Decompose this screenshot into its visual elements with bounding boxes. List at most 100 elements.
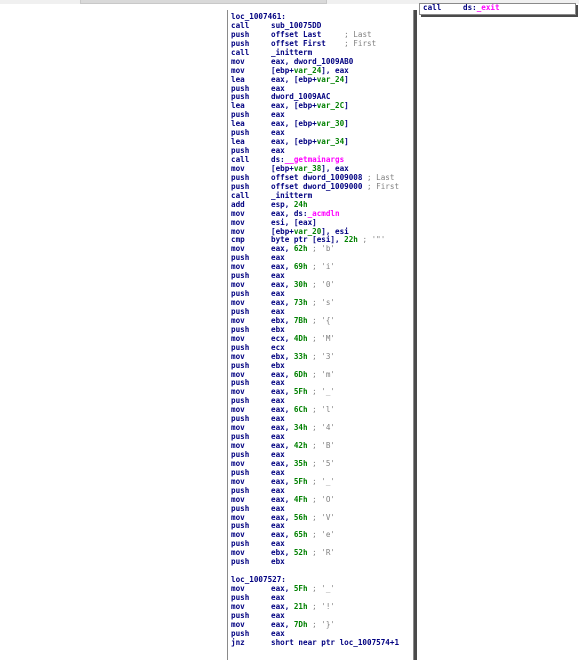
code-line[interactable]: jnz short near ptr loc_1007574+1: [231, 638, 413, 648]
operand[interactable]: eax, [ebp+: [271, 75, 317, 84]
operand[interactable]: 62h: [294, 244, 308, 253]
operand[interactable]: 4Fh: [294, 495, 308, 504]
code-line[interactable]: push offset First ; First: [231, 39, 413, 49]
operand[interactable]: esp,: [271, 200, 294, 209]
operand[interactable]: 24h: [294, 200, 308, 209]
code-line[interactable]: mov eax, 73h ; 's': [231, 298, 413, 308]
code-line[interactable]: mov eax, 5Fh ; '_': [231, 387, 413, 397]
operand[interactable]: 35h: [294, 459, 308, 468]
code-line[interactable]: mov eax, 30h ; '0': [231, 280, 413, 290]
operand[interactable]: eax,: [271, 244, 294, 253]
operand[interactable]: eax,: [271, 423, 294, 432]
operand[interactable]: offset Last: [271, 30, 344, 39]
code-line[interactable]: mov eax, 5Fh ; '_': [231, 584, 413, 594]
operand[interactable]: eax,: [271, 280, 294, 289]
graph-node-exit[interactable]: call ds:_exit: [419, 3, 576, 15]
operand[interactable]: _acmdln: [308, 209, 340, 218]
operand[interactable]: eax: [271, 414, 285, 423]
operand[interactable]: eax: [271, 539, 285, 548]
operand[interactable]: eax,: [271, 530, 294, 539]
operand[interactable]: dword_1009AAC: [271, 92, 330, 101]
code-line[interactable]: mov eax, 21h ; '!': [231, 602, 413, 612]
operand[interactable]: [ebp+: [271, 66, 294, 75]
operand[interactable]: eax: [271, 486, 285, 495]
operand[interactable]: var_34: [317, 137, 344, 146]
operand[interactable]: [ebp+: [271, 164, 294, 173]
code-line[interactable]: mov eax, 6Dh ; 'm': [231, 370, 413, 380]
operand[interactable]: eax: [271, 504, 285, 513]
code-line[interactable]: mov eax, 69h ; 'i': [231, 262, 413, 272]
operand[interactable]: eax,: [271, 405, 294, 414]
operand[interactable]: 56h: [294, 513, 308, 522]
code-line[interactable]: mov ecx, 4Dh ; 'M': [231, 334, 413, 344]
code-line[interactable]: mov eax, 5Fh ; '_': [231, 477, 413, 487]
operand[interactable]: ecx,: [271, 334, 294, 343]
code-line[interactable]: mov eax, 7Dh ; '}': [231, 620, 413, 630]
operand[interactable]: var_24: [317, 75, 344, 84]
operand[interactable]: eax,: [271, 441, 294, 450]
operand[interactable]: eax,: [271, 620, 294, 629]
operand[interactable]: 5Fh: [294, 477, 308, 486]
operand[interactable]: ds:: [271, 155, 285, 164]
operand[interactable]: eax: [271, 396, 285, 405]
operand[interactable]: ]: [344, 101, 349, 110]
operand[interactable]: [ebp+: [271, 227, 294, 236]
operand[interactable]: eax,: [271, 370, 294, 379]
operand[interactable]: sub_10075DD: [271, 21, 321, 30]
operand[interactable]: eax: [271, 84, 285, 93]
operand[interactable]: eax: [271, 128, 285, 137]
operand[interactable]: var_24: [294, 66, 321, 75]
operand[interactable]: 42h: [294, 441, 308, 450]
location-label[interactable]: loc_1007461:: [231, 12, 286, 21]
operand[interactable]: eax, [ebp+: [271, 137, 317, 146]
operand[interactable]: offset First: [271, 39, 344, 48]
operand[interactable]: eax, [ebp+: [271, 119, 317, 128]
operand[interactable]: eax,: [271, 495, 294, 504]
operand[interactable]: short near ptr loc_1007574+1: [271, 638, 399, 647]
operand[interactable]: 7Dh: [294, 620, 308, 629]
operand[interactable]: 52h: [294, 548, 308, 557]
operand[interactable]: byte ptr [esi],: [271, 235, 344, 244]
operand[interactable]: eax: [271, 378, 285, 387]
operand[interactable]: ebx,: [271, 352, 294, 361]
operand[interactable]: ds:: [463, 4, 477, 12]
code-line[interactable]: push ebx: [231, 557, 413, 567]
code-line[interactable]: mov eax, 42h ; 'B': [231, 441, 413, 451]
operand[interactable]: ecx: [271, 343, 285, 352]
operand[interactable]: eax: [271, 432, 285, 441]
operand[interactable]: ebx: [271, 557, 285, 566]
code-line[interactable]: mov eax, 4Fh ; 'O': [231, 495, 413, 505]
code-line[interactable]: mov ebx, 33h ; '3': [231, 352, 413, 362]
operand[interactable]: offset dword_1009008: [271, 173, 367, 182]
operand[interactable]: var_2C: [317, 101, 344, 110]
operand[interactable]: 34h: [294, 423, 308, 432]
code-line[interactable]: mov eax, 62h ; 'b': [231, 244, 413, 254]
operand[interactable]: eax,: [271, 584, 294, 593]
operand[interactable]: __getmainargs: [285, 155, 344, 164]
code-line[interactable]: mov eax, 34h ; '4': [231, 423, 413, 433]
operand[interactable]: eax,: [271, 298, 294, 307]
operand[interactable]: eax,: [271, 459, 294, 468]
code-line[interactable]: mov eax, 35h ; '5': [231, 459, 413, 469]
operand[interactable]: 65h: [294, 530, 308, 539]
operand[interactable]: eax: [271, 289, 285, 298]
operand[interactable]: 5Fh: [294, 387, 308, 396]
operand[interactable]: _initterm: [271, 48, 312, 57]
operand[interactable]: 73h: [294, 298, 308, 307]
operand[interactable]: eax: [271, 629, 285, 638]
code-line[interactable]: mov eax, 56h ; 'V': [231, 513, 413, 523]
operand[interactable]: 33h: [294, 352, 308, 361]
operand[interactable]: ebx: [271, 361, 285, 370]
operand[interactable]: ebx,: [271, 316, 294, 325]
code-line[interactable]: mov ebx, 52h ; 'R': [231, 548, 413, 558]
operand[interactable]: eax,: [271, 262, 294, 271]
operand[interactable]: eax,: [271, 387, 294, 396]
operand[interactable]: eax: [271, 521, 285, 530]
location-label[interactable]: loc_1007527:: [231, 575, 286, 584]
operand[interactable]: ]: [344, 137, 349, 146]
operand[interactable]: eax: [271, 146, 285, 155]
code-line[interactable]: push offset dword_1009000 ; First: [231, 182, 413, 192]
code-line[interactable]: lea eax, [ebp+var_34]: [231, 137, 413, 147]
operand[interactable]: eax, ds:: [271, 209, 308, 218]
operand[interactable]: _exit: [477, 4, 500, 12]
